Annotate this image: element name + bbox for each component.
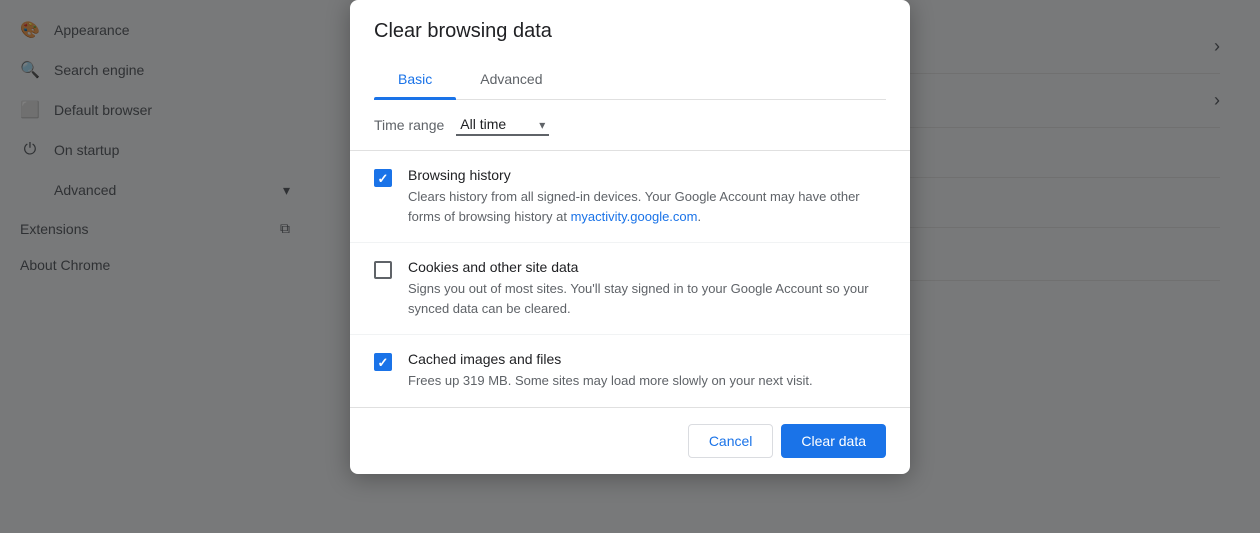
time-range-row: Time range Last hour Last 24 hours Last … [350,100,910,151]
time-range-select[interactable]: Last hour Last 24 hours Last 7 days Last… [456,114,549,136]
cookies-checkbox-wrapper[interactable] [374,261,392,279]
dialog-items-list: Browsing history Clears history from all… [350,151,910,407]
cookies-checkbox[interactable] [374,261,392,279]
cached-images-title: Cached images and files [408,351,886,367]
myactivity-link[interactable]: myactivity.google.com [571,209,698,224]
browsing-history-content: Browsing history Clears history from all… [408,167,886,226]
dialog-header: Clear browsing data Basic Advanced [350,0,910,100]
check-item-browsing-history: Browsing history Clears history from all… [350,151,910,242]
cookies-content: Cookies and other site data Signs you ou… [408,259,886,318]
cached-images-checkbox[interactable] [374,353,392,371]
dialog-footer: Cancel Clear data [350,407,910,474]
dialog-tabs: Basic Advanced [374,59,886,100]
check-item-cookies: Cookies and other site data Signs you ou… [350,242,910,334]
cached-images-description: Frees up 319 MB. Some sites may load mor… [408,371,886,391]
browsing-history-title: Browsing history [408,167,886,183]
cancel-button[interactable]: Cancel [688,424,774,458]
cookies-description: Signs you out of most sites. You'll stay… [408,279,886,318]
clear-browsing-data-dialog: Clear browsing data Basic Advanced Time … [350,0,910,474]
tab-basic[interactable]: Basic [374,59,456,99]
cached-images-checkbox-wrapper[interactable] [374,353,392,371]
cookies-title: Cookies and other site data [408,259,886,275]
check-item-cached-images: Cached images and files Frees up 319 MB.… [350,334,910,407]
browsing-history-checkbox-wrapper[interactable] [374,169,392,187]
clear-data-button[interactable]: Clear data [781,424,886,458]
browsing-history-description: Clears history from all signed-in device… [408,187,886,226]
dialog-title: Clear browsing data [374,20,886,43]
browsing-history-checkbox[interactable] [374,169,392,187]
cached-images-content: Cached images and files Frees up 319 MB.… [408,351,886,391]
time-range-select-wrapper: Last hour Last 24 hours Last 7 days Last… [456,114,549,136]
time-range-label: Time range [374,117,444,133]
tab-advanced[interactable]: Advanced [456,59,566,99]
